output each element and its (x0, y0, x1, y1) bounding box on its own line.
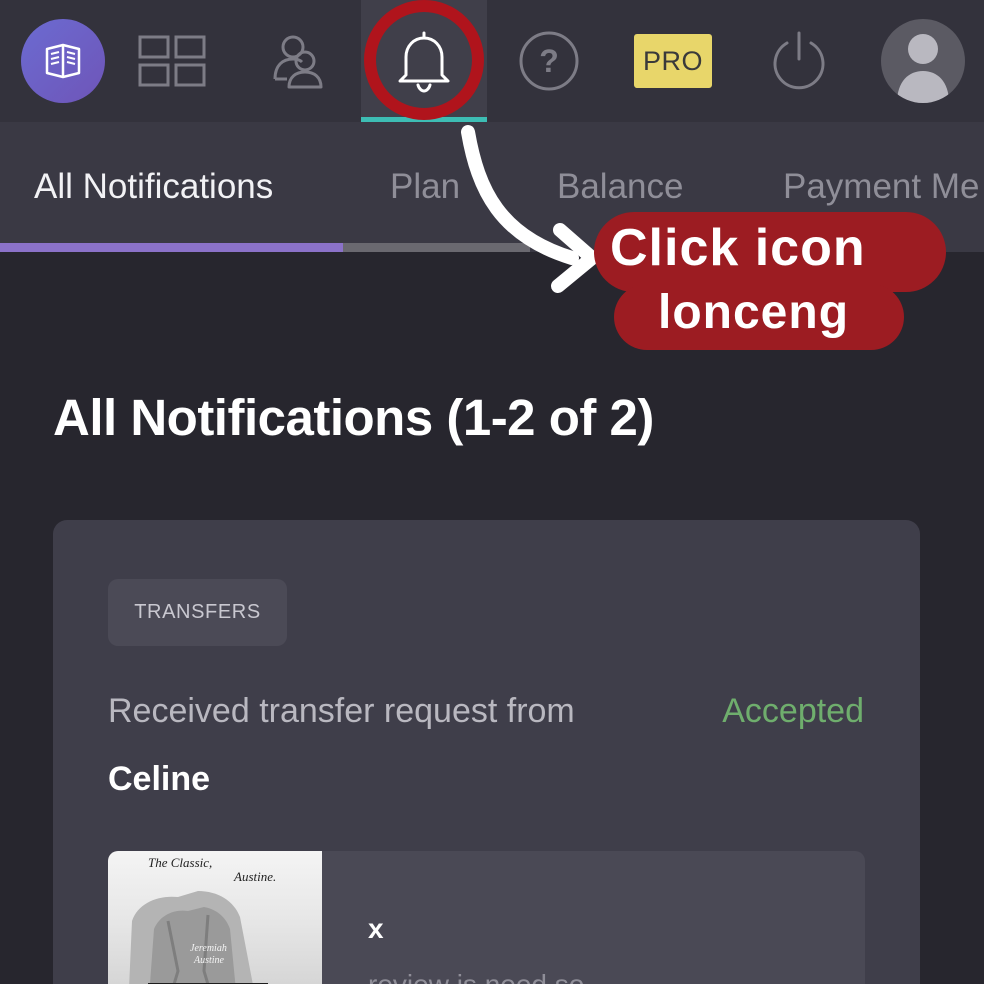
category-chip: TRANSFERS (108, 579, 287, 646)
tab-plan[interactable]: Plan (390, 162, 460, 212)
notification-text: Received transfer request from (108, 692, 575, 730)
nav-dashboard[interactable] (110, 0, 236, 122)
active-tab-indicator (0, 243, 343, 252)
dashboard-grid-icon (138, 35, 206, 87)
item-title: x (368, 913, 384, 944)
avatar-icon (897, 34, 949, 103)
svg-text:?: ? (539, 43, 559, 79)
avatar (881, 19, 965, 103)
cover-text: Jeremiah (190, 943, 227, 954)
notification-card[interactable]: TRANSFERS Received transfer request from… (53, 520, 920, 984)
users-icon (273, 35, 323, 89)
pro-badge: PRO (634, 34, 712, 88)
nav-users[interactable] (236, 0, 362, 122)
nav-notifications[interactable] (361, 0, 487, 122)
cover-text: The Classic, (148, 855, 213, 870)
page-title: All Notifications (1-2 of 2) (53, 389, 654, 446)
tab-scroll-indicator (343, 243, 530, 252)
item-subtitle: review is need so (368, 969, 584, 984)
power-icon (773, 31, 825, 90)
nav-help[interactable]: ? (486, 0, 612, 122)
notifications-page: ? PRO All Notifications Plan Balance Pay… (0, 0, 984, 984)
cover-text: Austine. (234, 869, 277, 884)
tab-payment-methods[interactable]: Payment Me (783, 162, 979, 212)
nav-logout[interactable] (736, 0, 862, 122)
callout-text: lonceng (658, 286, 850, 339)
notification-sender: Celine (108, 760, 211, 798)
bell-icon (398, 31, 450, 93)
tab-all-notifications[interactable]: All Notifications (34, 162, 273, 212)
status-badge: Accepted (722, 692, 864, 730)
nav-profile[interactable] (860, 0, 984, 122)
top-nav-bar: ? PRO (0, 0, 984, 122)
logo-icon (21, 19, 105, 103)
callout-background (614, 284, 904, 350)
help-icon: ? (519, 31, 579, 91)
cover-text: Austine (194, 955, 224, 966)
book-cover-image: The Classic, Austine. Jeremiah Austine (108, 851, 322, 984)
tab-balance[interactable]: Balance (557, 162, 683, 212)
nav-logo[interactable] (0, 0, 126, 122)
notification-tabs: All Notifications Plan Balance Payment M… (0, 122, 984, 252)
transfer-item[interactable]: The Classic, Austine. Jeremiah Austine x… (108, 851, 865, 984)
nav-pro[interactable]: PRO (610, 0, 736, 122)
